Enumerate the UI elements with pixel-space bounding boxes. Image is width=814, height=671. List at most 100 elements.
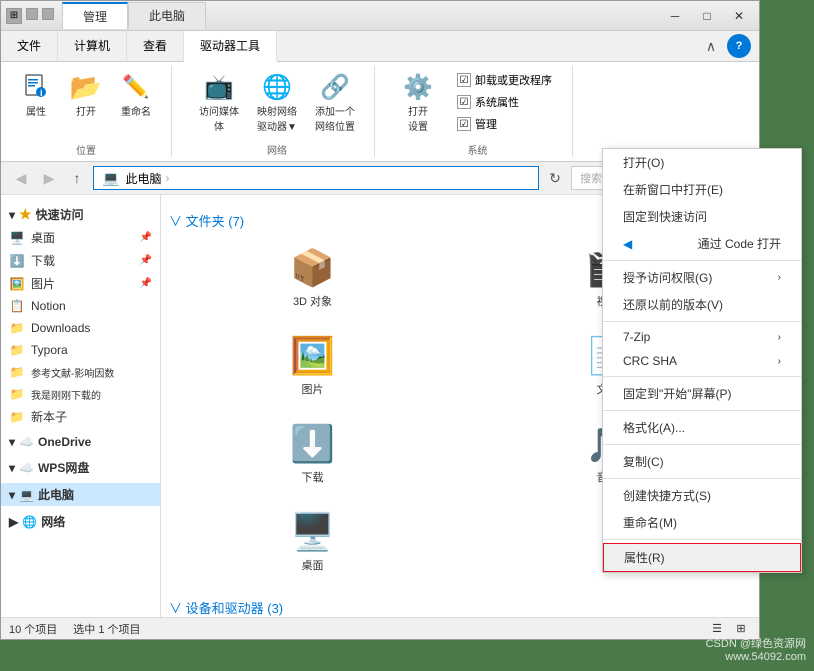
sidebar-item-newbook[interactable]: 📁 新本子 <box>1 405 160 428</box>
menu-restore-prev[interactable]: 还原以前的版本(V) <box>603 291 801 318</box>
refresh-button[interactable]: ↻ <box>543 166 567 190</box>
open-settings-button[interactable]: ⚙️ 打开设置 <box>395 66 441 138</box>
sidebar-item-downloaded[interactable]: 📁 我是刚刚下载的 <box>1 383 160 405</box>
network-expand-icon: ▶ <box>9 515 18 529</box>
wps-icon: ☁️ <box>19 461 34 475</box>
ribbon-expand-btn[interactable]: ∧ <box>699 34 723 58</box>
settings-icon: ⚙️ <box>402 71 434 103</box>
downloads-label: 下载 <box>31 252 55 269</box>
app-icon2 <box>26 8 38 20</box>
title-bar: ⊞ 管理 此电脑 ─ □ ✕ <box>1 1 759 31</box>
menu-properties[interactable]: 属性(R) <box>603 543 801 572</box>
uninstall-checkbox: ☑ <box>457 73 471 87</box>
ribbon-tab-driver[interactable]: 驱动器工具 <box>184 31 277 62</box>
title-tab-manage[interactable]: 管理 <box>62 2 128 29</box>
menu-open-new-window[interactable]: 在新窗口中打开(E) <box>603 176 801 203</box>
media-label: 访问媒体体 <box>199 103 239 133</box>
sidebar-wps-header[interactable]: ▾ ☁️ WPS网盘 <box>1 456 160 479</box>
map-drive-button[interactable]: 🌐 映射网络驱动器▼ <box>250 66 304 138</box>
downloads-pin: 📌 <box>140 255 152 266</box>
position-buttons: i 属性 📂 打开 ✏️ 重命名 <box>13 66 159 123</box>
menu-sep5 <box>603 444 801 445</box>
downloaded-label: 我是刚刚下载的 <box>31 387 101 402</box>
sidebar-onedrive-header[interactable]: ▾ ☁️ OneDrive <box>1 432 160 452</box>
menu-sep1 <box>603 260 801 261</box>
up-button[interactable]: ↑ <box>65 166 89 190</box>
ribbon-group-network: 📺 访问媒体体 🌐 映射网络驱动器▼ 🔗 添加一个网络位置 网络 <box>188 66 375 157</box>
menu-sep7 <box>603 539 801 540</box>
references-icon: 📁 <box>9 364 25 380</box>
watermark: CSDN @绿色资源网 www.54092.com <box>706 635 806 663</box>
folder-desktop-label: 桌面 <box>302 557 324 573</box>
folder-item-3d[interactable]: 📦 3D 对象 <box>169 238 456 318</box>
7zip-label: 7-Zip <box>623 330 650 344</box>
menu-format[interactable]: 格式化(A)... <box>603 414 801 441</box>
menu-create-shortcut[interactable]: 创建快捷方式(S) <box>603 482 801 509</box>
sidebar-item-downloads[interactable]: ⬇️ 下载 📌 <box>1 249 160 272</box>
uninstall-item[interactable]: ☑ 卸载或更改程序 <box>453 70 556 90</box>
quick-access-expand-icon: ▾ <box>9 208 15 222</box>
thispc-icon: 💻 <box>19 488 34 502</box>
quick-access-icon: ★ <box>19 206 32 223</box>
sidebar-network-header[interactable]: ▶ 🌐 网络 <box>1 510 160 533</box>
pictures-label: 图片 <box>31 275 55 292</box>
grant-label: 授予访问权限(G) <box>623 269 712 286</box>
app-icon3 <box>42 8 54 20</box>
title-tab-pc[interactable]: 此电脑 <box>128 2 206 29</box>
back-button[interactable]: ◀ <box>9 166 33 190</box>
menu-copy[interactable]: 复制(C) <box>603 448 801 475</box>
minimize-button[interactable]: ─ <box>660 6 690 26</box>
desktop-icon: 🖥️ <box>9 230 25 246</box>
system-props-item[interactable]: ☑ 系统属性 <box>453 92 556 112</box>
manage-checkbox: ☑ <box>457 117 471 131</box>
close-button[interactable]: ✕ <box>724 6 754 26</box>
sidebar-item-typora[interactable]: 📁 Typora <box>1 339 160 361</box>
sidebar-item-notion[interactable]: 📋 Notion <box>1 295 160 317</box>
menu-open[interactable]: 打开(O) <box>603 149 801 176</box>
ribbon-tab-computer[interactable]: 计算机 <box>58 31 127 61</box>
thispc-label: 此电脑 <box>38 486 74 503</box>
address-input[interactable]: 💻 此电脑 › <box>93 166 539 190</box>
menu-pin-quick-access[interactable]: 固定到快速访问 <box>603 203 801 230</box>
folder-downloads-icon: 📁 <box>9 320 25 336</box>
add-network-button[interactable]: 🔗 添加一个网络位置 <box>308 66 362 138</box>
open-label: 打开 <box>76 103 96 118</box>
ribbon-help-btn[interactable]: ? <box>727 34 751 58</box>
sidebar-network: ▶ 🌐 网络 <box>1 510 160 533</box>
downloads-arrow-icon: ⬇️ <box>9 253 25 269</box>
menu-7zip[interactable]: 7-Zip › <box>603 325 801 349</box>
rename-button[interactable]: ✏️ 重命名 <box>113 66 159 123</box>
status-bar: 10 个项目 选中 1 个项目 ☰ ⊞ <box>1 617 759 639</box>
ribbon-tab-view[interactable]: 查看 <box>127 31 184 61</box>
maximize-button[interactable]: □ <box>692 6 722 26</box>
add-network-icon: 🔗 <box>319 71 351 103</box>
properties-button[interactable]: i 属性 <box>13 66 59 123</box>
open-icon: 📂 <box>70 71 102 103</box>
access-media-button[interactable]: 📺 访问媒体体 <box>192 66 246 138</box>
menu-rename[interactable]: 重命名(M) <box>603 509 801 536</box>
crcsha-arrow-icon: › <box>778 356 781 367</box>
open-button[interactable]: 📂 打开 <box>63 66 109 123</box>
folder-item-downloads[interactable]: ⬇️ 下载 <box>169 414 456 494</box>
map-drive-icon: 🌐 <box>261 71 293 103</box>
menu-grant-access[interactable]: 授予访问权限(G) › <box>603 264 801 291</box>
sidebar-item-references[interactable]: 📁 参考文献-影响因数 <box>1 361 160 383</box>
sidebar-item-desktop[interactable]: 🖥️ 桌面 📌 <box>1 226 160 249</box>
sidebar-thispc-header[interactable]: ▾ 💻 此电脑 <box>1 483 160 506</box>
sidebar-item-downloads2[interactable]: 📁 Downloads <box>1 317 160 339</box>
manage-item[interactable]: ☑ 管理 <box>453 114 556 134</box>
newbook-label: 新本子 <box>31 408 67 425</box>
menu-open-code[interactable]: ◀ 通过 Code 打开 <box>603 230 801 257</box>
folder-item-desktop[interactable]: 🖥️ 桌面 <box>169 502 456 582</box>
forward-button[interactable]: ▶ <box>37 166 61 190</box>
folder-item-pictures[interactable]: 🖼️ 图片 <box>169 326 456 406</box>
system-group-title: 系统 <box>395 138 560 157</box>
sidebar-item-pictures[interactable]: 🖼️ 图片 📌 <box>1 272 160 295</box>
menu-pin-start[interactable]: 固定到"开始"屏幕(P) <box>603 380 801 407</box>
properties-label: 属性 <box>26 103 46 118</box>
notion-label: Notion <box>31 299 66 313</box>
menu-crcsha[interactable]: CRC SHA › <box>603 349 801 373</box>
desktop-pin: 📌 <box>140 232 152 243</box>
sidebar-quick-access-header[interactable]: ▾ ★ 快速访问 <box>1 203 160 226</box>
ribbon-tab-file[interactable]: 文件 <box>1 31 58 61</box>
